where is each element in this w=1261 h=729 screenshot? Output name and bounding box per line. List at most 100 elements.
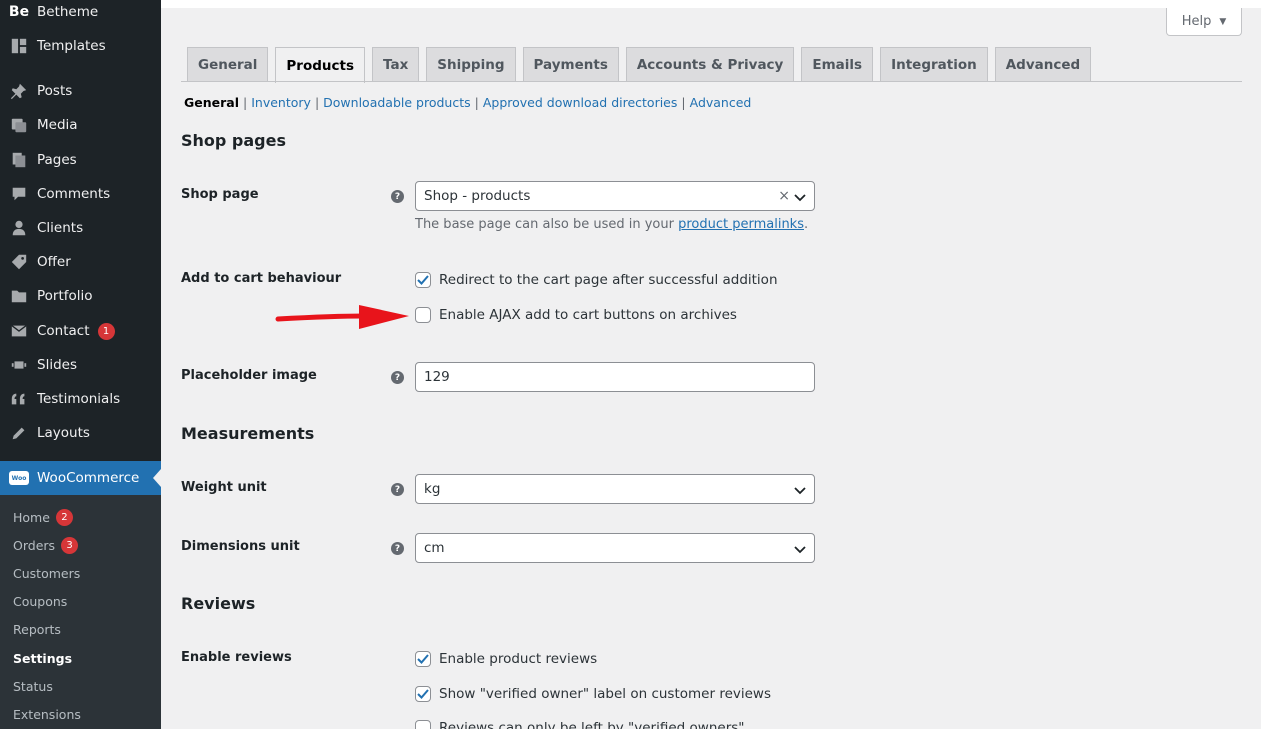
red-arrow-annotation [275,305,409,329]
shop-page-description: The base page can also be used in your p… [415,217,809,232]
sidebar-item-label: Offer [37,254,71,270]
chevron-down-icon [794,484,806,495]
dimensions-unit-select[interactable]: cm [415,533,815,563]
label-dimensions-unit: Dimensions unit [181,539,300,554]
sidebar-item-label: Comments [37,186,111,202]
mail-icon [9,321,29,341]
verified-owners-only-option[interactable]: Reviews can only be left by "verified ow… [415,719,744,729]
tab-products[interactable]: Products [275,47,365,83]
sidebar-item-label: Templates [37,38,106,54]
tab-accounts-privacy[interactable]: Accounts & Privacy [625,47,795,82]
submenu-item-orders[interactable]: Orders 3 [13,535,79,555]
subsection-inventory[interactable]: Inventory [251,95,311,110]
admin-sidebar: Be Betheme Templates Posts Media Pages C… [0,0,161,729]
caret-down-icon: ▼ [1219,16,1227,27]
verified-owners-only-checkbox[interactable] [415,720,431,729]
submenu-item-status[interactable]: Status [13,676,53,696]
placeholder-image-input[interactable]: 129 [415,362,815,392]
woocommerce-submenu: Home 2 Orders 3 Customers Coupons Report… [0,495,161,729]
chevron-down-icon [794,543,806,554]
settings-tabs: General Products Tax Shipping Payments A… [187,47,1098,83]
sidebar-item-media[interactable]: Media [0,108,161,142]
section-title-shop-pages: Shop pages [181,131,287,150]
pencil-icon [9,423,29,443]
sidebar-item-label: Slides [37,357,77,373]
enable-ajax-add-to-cart-option[interactable]: Enable AJAX add to cart buttons on archi… [415,306,737,324]
tab-shipping[interactable]: Shipping [426,47,516,82]
submenu-item-reports[interactable]: Reports [13,619,61,639]
sidebar-item-testimonials[interactable]: Testimonials [0,382,161,416]
subsection-advanced[interactable]: Advanced [690,95,752,110]
clients-icon [9,218,29,238]
separator: | [243,94,248,110]
help-button[interactable]: Help ▼ [1166,8,1242,36]
sidebar-item-contact[interactable]: Contact 1 [0,314,161,348]
sidebar-item-label: Posts [37,83,73,99]
sidebar-item-betheme[interactable]: Be Betheme [0,0,161,29]
sidebar-item-clients[interactable]: Clients [0,211,161,245]
sidebar-item-label: Layouts [37,425,90,441]
verified-owner-label-checkbox[interactable] [415,686,431,702]
media-icon [9,115,29,135]
tab-general[interactable]: General [187,47,269,82]
subsection-general[interactable]: General [184,95,239,110]
notification-badge: 3 [61,536,79,554]
submenu-item-home[interactable]: Home 2 [13,507,73,527]
woo-icon: Woo [9,468,29,488]
verified-owner-label-option[interactable]: Show "verified owner" label on customer … [415,685,771,703]
templates-icon [9,36,29,56]
pages-icon [9,150,29,170]
shop-page-select[interactable]: Shop - products × [415,181,815,211]
subsection-approved-download-directories[interactable]: Approved download directories [483,95,678,110]
sidebar-item-woocommerce[interactable]: Woo WooCommerce [0,461,161,495]
section-title-measurements: Measurements [181,424,315,443]
product-permalinks-link[interactable]: product permalinks [678,217,804,232]
sidebar-item-label: Betheme [37,4,99,20]
subsection-downloadable-products[interactable]: Downloadable products [323,95,470,110]
submenu-item-settings[interactable]: Settings [13,648,72,668]
notification-badge: 1 [97,322,115,340]
tab-emails[interactable]: Emails [801,47,874,82]
weight-unit-select[interactable]: kg [415,474,815,504]
sidebar-item-layouts[interactable]: Layouts [0,416,161,450]
tab-tax[interactable]: Tax [372,47,420,82]
tab-advanced[interactable]: Advanced [994,47,1092,82]
settings-main: Help ▼ General Products Tax Shipping Pay… [161,0,1261,729]
help-tip-icon[interactable]: ? [391,542,404,555]
active-indicator [153,469,161,487]
tab-payments[interactable]: Payments [522,47,619,82]
label-placeholder-image: Placeholder image [181,368,317,383]
redirect-to-cart-option[interactable]: Redirect to the cart page after successf… [415,271,778,289]
sidebar-item-label: Clients [37,220,84,236]
submenu-item-coupons[interactable]: Coupons [13,591,67,611]
sidebar-item-label: Testimonials [37,391,121,407]
submenu-item-extensions[interactable]: Extensions [13,704,81,724]
sidebar-item-posts[interactable]: Posts [0,74,161,108]
tabs-divider [181,81,1242,82]
pin-icon [9,81,29,101]
separator: | [474,94,479,110]
enable-product-reviews-checkbox[interactable] [415,651,431,667]
sidebar-item-templates[interactable]: Templates [0,29,161,63]
sidebar-item-pages[interactable]: Pages [0,143,161,177]
redirect-to-cart-checkbox[interactable] [415,272,431,288]
sidebar-item-label: Portfolio [37,288,93,304]
sidebar-item-offer[interactable]: Offer [0,245,161,279]
sidebar-item-slides[interactable]: Slides [0,348,161,382]
clear-selection-icon[interactable]: × [778,188,790,204]
enable-product-reviews-option[interactable]: Enable product reviews [415,650,597,668]
sidebar-item-label: Contact [37,323,90,339]
section-title-reviews: Reviews [181,594,256,613]
help-tip-icon[interactable]: ? [391,483,404,496]
help-tip-icon[interactable]: ? [391,190,404,203]
submenu-item-customers[interactable]: Customers [13,563,80,583]
screen-meta-strip [161,0,1261,8]
quote-icon [9,389,29,409]
tab-integration[interactable]: Integration [880,47,988,82]
sidebar-item-portfolio[interactable]: Portfolio [0,279,161,313]
sidebar-item-comments[interactable]: Comments [0,177,161,211]
help-tip-icon[interactable]: ? [391,371,404,384]
separator: | [681,94,686,110]
notification-badge: 2 [55,508,73,526]
enable-ajax-add-to-cart-checkbox[interactable] [415,307,431,323]
